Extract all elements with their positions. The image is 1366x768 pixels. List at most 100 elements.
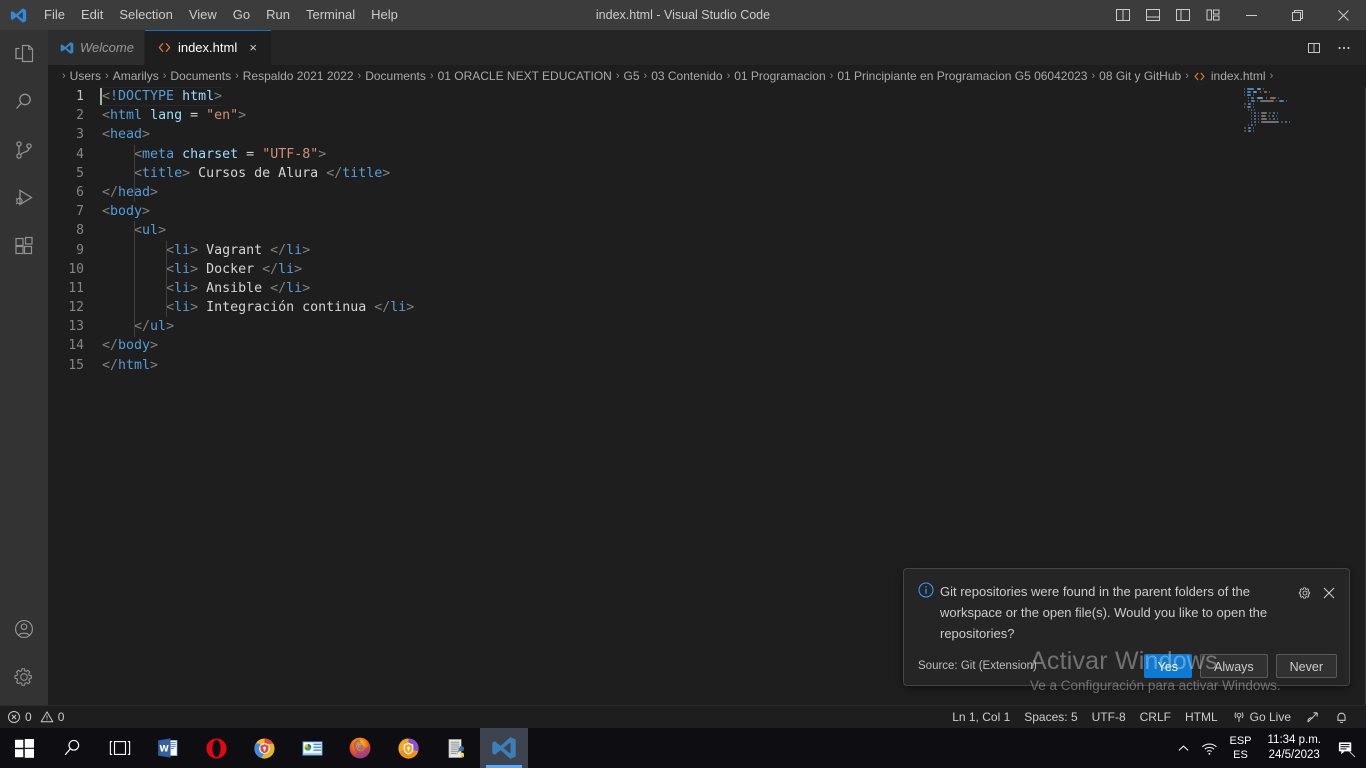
code-token: charset	[182, 146, 239, 162]
line-endings[interactable]: CRLF	[1133, 706, 1178, 729]
notification-message: Git repositories were found in the paren…	[940, 584, 1268, 641]
breadcrumb-item[interactable]: Respaldo 2021 2022	[243, 69, 354, 83]
code-token: >	[150, 357, 159, 373]
taskbar-avast-browser[interactable]	[384, 728, 432, 768]
breadcrumb-item[interactable]: 01 Principiante en Programacion G5 06042…	[837, 69, 1087, 83]
bell-icon[interactable]	[1327, 706, 1356, 729]
taskbar-chrome-secure[interactable]	[240, 728, 288, 768]
gear-icon[interactable]	[1295, 583, 1315, 603]
tab-index-html[interactable]: index.html ×	[144, 30, 273, 65]
maximize-button[interactable]	[1274, 0, 1320, 30]
breadcrumb-item[interactable]: 01 Programacion	[734, 69, 825, 83]
yes-button[interactable]: Yes	[1143, 654, 1193, 678]
language-mode[interactable]: HTML	[1178, 706, 1225, 729]
notification-icon[interactable]	[1330, 728, 1362, 768]
account-icon	[13, 618, 35, 640]
start-button[interactable]	[0, 728, 48, 768]
never-button[interactable]: Never	[1275, 654, 1337, 678]
cursor-position[interactable]: Ln 1, Col 1	[945, 706, 1017, 729]
menu-help[interactable]: Help	[363, 0, 406, 30]
tab-welcome[interactable]: Welcome	[48, 30, 145, 65]
code-token: </	[134, 319, 151, 335]
menu-run[interactable]: Run	[258, 0, 298, 30]
minimap-block	[1254, 114, 1256, 117]
sidebar-item-extensions[interactable]	[0, 222, 48, 270]
menu-file[interactable]: File	[36, 0, 73, 30]
minimap-block	[1247, 87, 1255, 90]
minimize-button[interactable]	[1228, 0, 1274, 30]
breadcrumb-item[interactable]: G5	[624, 69, 640, 83]
close-icon[interactable]	[1319, 583, 1339, 603]
close-button[interactable]	[1320, 0, 1366, 30]
taskbar-vscode[interactable]	[480, 728, 528, 768]
sidebar-item-run-and-debug[interactable]	[0, 174, 48, 222]
split-editor-right-icon[interactable]	[1300, 34, 1328, 62]
breadcrumb-item[interactable]: 01 ORACLE NEXT EDUCATION	[438, 69, 612, 83]
line-number: 8	[76, 223, 84, 239]
wifi-icon[interactable]	[1196, 728, 1222, 768]
code-token: >	[150, 184, 159, 200]
source-control-icon	[12, 138, 36, 162]
menu-terminal[interactable]: Terminal	[298, 0, 363, 30]
go-live-button[interactable]: Go Live	[1225, 706, 1298, 729]
menu-edit[interactable]: Edit	[73, 0, 111, 30]
minimap-block	[1280, 120, 1283, 123]
notification-actions	[1295, 581, 1339, 644]
feedback-icon[interactable]	[1298, 706, 1327, 729]
breadcrumb-item[interactable]: Amarilys	[113, 69, 159, 83]
system-tray: ESP ES 11:34 p.m. 24/5/2023	[1170, 728, 1366, 768]
close-icon[interactable]: ×	[245, 40, 261, 56]
code-token: </	[270, 280, 287, 296]
line-number: 1	[76, 89, 84, 104]
breadcrumb-item[interactable]: Documents	[365, 69, 426, 83]
minimap-block	[1244, 105, 1245, 108]
breadcrumb-item[interactable]: 08 Git y GitHub	[1099, 69, 1181, 83]
code-token: <	[102, 89, 111, 104]
accounts-button[interactable]	[0, 605, 48, 653]
menu-selection[interactable]: Selection	[111, 0, 180, 30]
toggle-sidebar-icon[interactable]	[1168, 0, 1198, 30]
minimap-line	[1242, 129, 1352, 132]
code-line: 14 </body>	[48, 336, 1366, 355]
clock[interactable]: 11:34 p.m. 24/5/2023	[1259, 728, 1331, 768]
taskbar-python-idle[interactable]	[432, 728, 480, 768]
line-number: 9	[76, 242, 84, 258]
breadcrumb-item[interactable]: Users	[70, 69, 101, 83]
breadcrumb-item[interactable]: Documents	[170, 69, 231, 83]
encoding[interactable]: UTF-8	[1085, 706, 1133, 729]
taskbar-contacts[interactable]	[288, 728, 336, 768]
always-button[interactable]: Always	[1200, 654, 1268, 678]
menu-view[interactable]: View	[181, 0, 225, 30]
code-token: <	[102, 127, 111, 143]
code-token: meta	[142, 146, 175, 162]
taskbar-word[interactable]: W	[144, 728, 192, 768]
code-token: li	[174, 261, 191, 277]
taskbar-firefox[interactable]	[336, 728, 384, 768]
toggle-panel-icon[interactable]	[1138, 0, 1168, 30]
sidebar-item-explorer[interactable]	[0, 30, 48, 78]
problems-status[interactable]: 0 0	[0, 706, 71, 729]
code-token: li	[278, 261, 295, 277]
breadcrumb-separator: ›	[357, 70, 362, 82]
customize-layout-icon[interactable]	[1198, 0, 1228, 30]
taskbar-opera[interactable]	[192, 728, 240, 768]
breadcrumb-item[interactable]: 03 Contenido	[651, 69, 722, 83]
code-line: 13 </ul>	[48, 317, 1366, 336]
indentation[interactable]: Spaces: 5	[1017, 706, 1084, 729]
split-editor-icon[interactable]	[1108, 0, 1138, 30]
python-file-icon	[445, 737, 468, 760]
menu-go[interactable]: Go	[225, 0, 258, 30]
code-token: </	[102, 184, 119, 200]
code-lines: 1 <!DOCTYPE html> 2 <html lang = "en"> 3 <hea…	[48, 87, 1366, 375]
task-view-button[interactable]	[96, 728, 144, 768]
taskbar-search-button[interactable]	[48, 728, 96, 768]
manage-settings-button[interactable]	[0, 653, 48, 701]
chevron-up-icon[interactable]	[1170, 728, 1196, 768]
breadcrumb-file[interactable]: index.html	[1193, 69, 1266, 83]
sidebar-item-source-control[interactable]	[0, 126, 48, 174]
sidebar-item-search[interactable]	[0, 78, 48, 126]
language-indicator[interactable]: ESP ES	[1222, 728, 1258, 768]
code-token: ul	[150, 319, 167, 335]
more-actions-icon[interactable]	[1330, 34, 1358, 62]
search-icon	[62, 738, 82, 758]
